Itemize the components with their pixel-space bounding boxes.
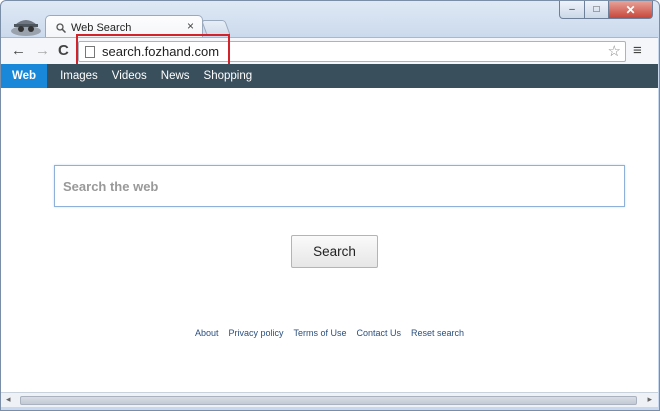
- incognito-icon: [11, 20, 41, 36]
- site-navbar: Web Images Videos News Shopping: [1, 64, 658, 88]
- reload-icon[interactable]: C: [58, 42, 69, 60]
- page-content: Search About Privacy policy Terms of Use…: [1, 88, 658, 392]
- footer-privacy-link[interactable]: Privacy policy: [228, 328, 283, 338]
- nav-shopping[interactable]: Shopping: [197, 64, 260, 88]
- tab-title: Web Search: [71, 21, 132, 34]
- close-button[interactable]: ✕: [609, 1, 653, 19]
- footer-terms-link[interactable]: Terms of Use: [293, 328, 346, 338]
- nav-images[interactable]: Images: [53, 64, 105, 88]
- back-arrow-icon[interactable]: ←: [11, 42, 26, 60]
- footer-reset-link[interactable]: Reset search: [411, 328, 464, 338]
- bookmark-star-icon[interactable]: ☆: [608, 42, 621, 60]
- footer-contact-link[interactable]: Contact Us: [357, 328, 402, 338]
- search-input[interactable]: [54, 165, 625, 207]
- horizontal-scrollbar[interactable]: ◂ ▸: [1, 392, 658, 407]
- menu-icon[interactable]: ≡: [633, 42, 642, 59]
- nav-videos[interactable]: Videos: [105, 64, 154, 88]
- nav-news[interactable]: News: [154, 64, 197, 88]
- scrollbar-thumb[interactable]: [20, 396, 637, 405]
- nav-web[interactable]: Web: [1, 64, 48, 88]
- search-icon: [56, 22, 66, 33]
- search-button[interactable]: Search: [291, 235, 378, 268]
- scroll-left-icon[interactable]: ◂: [6, 394, 11, 405]
- footer-links: About Privacy policy Terms of Use Contac…: [1, 328, 658, 338]
- tab-close-icon[interactable]: ×: [187, 19, 194, 33]
- forward-arrow-icon[interactable]: →: [35, 42, 50, 60]
- window-controls: – □ ✕: [559, 1, 653, 19]
- minimize-button[interactable]: –: [559, 1, 585, 19]
- scroll-right-icon[interactable]: ▸: [647, 394, 652, 405]
- footer-about-link[interactable]: About: [195, 328, 219, 338]
- maximize-button[interactable]: □: [585, 1, 609, 19]
